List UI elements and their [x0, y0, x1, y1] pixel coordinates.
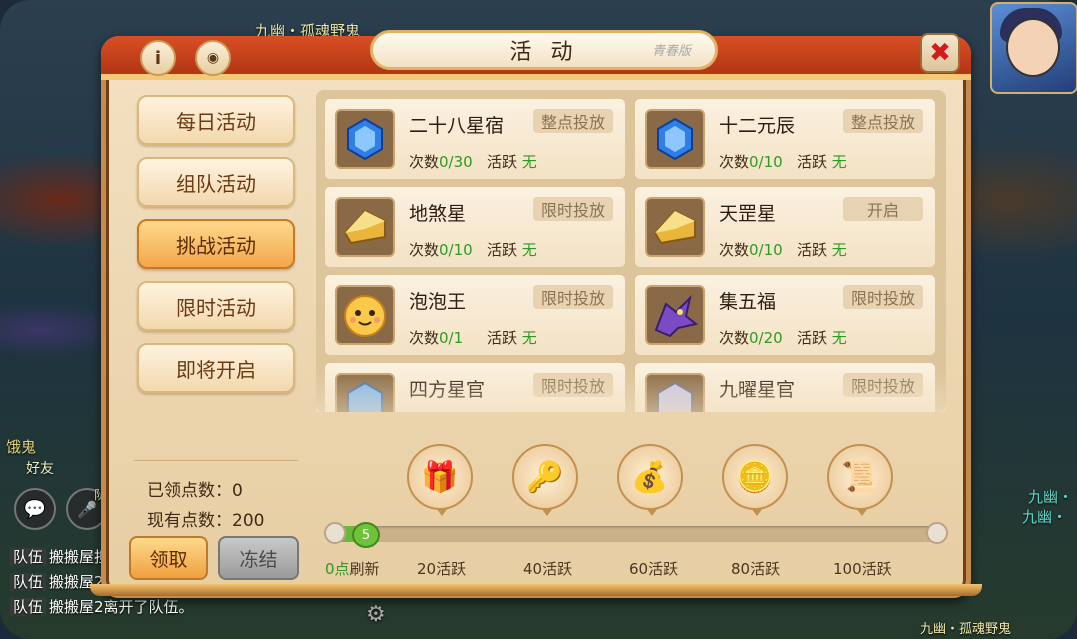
progress-mark: 40活跃: [523, 560, 573, 578]
activity-tag: 整点投放: [533, 109, 613, 133]
gold-ingot-icon: [645, 197, 705, 257]
activity-card[interactable]: 四方星官 限时投放: [324, 362, 626, 412]
silver-gem-icon: [645, 373, 705, 412]
activity-card[interactable]: 九曜星官 限时投放: [634, 362, 936, 412]
progress-mark: 20活跃: [417, 560, 467, 578]
reward-key-icon[interactable]: 🔑: [512, 444, 578, 516]
progress-mark: 100活跃: [833, 560, 892, 578]
bottom-location-text: 九幽・孤魂野鬼: [920, 622, 1012, 637]
activity-tag: 限时投放: [533, 373, 613, 397]
window-title: 活 动: [509, 40, 579, 65]
activity-card[interactable]: 二十八星宿 整点投放 次数0/30 活跃 无: [324, 98, 626, 180]
npc-name-left: 饿鬼: [6, 438, 37, 456]
activity-card[interactable]: 集五福 限时投放 次数0/20 活跃 无: [634, 274, 936, 356]
npc-name-right-2: 九幽・: [1022, 508, 1068, 526]
close-icon: ✖: [929, 38, 951, 68]
nav-divider: [134, 460, 298, 461]
purple-dragon-icon: [645, 285, 705, 345]
nav-limited-activities[interactable]: 限时活动: [137, 281, 295, 331]
info-icon: i: [154, 47, 162, 69]
reward-gold-chest-icon[interactable]: 🪙: [722, 444, 788, 516]
progress-end-knob: [926, 522, 948, 544]
current-points: 现有点数：200: [147, 511, 265, 531]
claim-button[interactable]: 领取: [129, 536, 208, 580]
activity-tag: 限时投放: [533, 197, 613, 221]
chat-icon: 💬: [23, 498, 47, 520]
progress-value-badge: 5: [352, 522, 380, 548]
activity-card[interactable]: 地煞星 限时投放 次数0/10 活跃 无: [324, 186, 626, 268]
chat-bubble-button[interactable]: 💬: [14, 488, 56, 530]
activity-tag: 限时投放: [533, 285, 613, 309]
activity-card[interactable]: 十二元辰 整点投放 次数0/10 活跃 无: [634, 98, 936, 180]
info-button[interactable]: i: [140, 40, 176, 76]
progress-mark: 80活跃: [731, 560, 781, 578]
title-decoration: 青春版: [652, 44, 692, 59]
progress-mark: 0点刷新: [325, 560, 380, 578]
blue-gem-icon: [645, 109, 705, 169]
settings-gear-icon[interactable]: ⚙: [366, 602, 386, 627]
blue-gem-icon: [335, 109, 395, 169]
friend-label[interactable]: 好友: [26, 458, 54, 478]
activity-list[interactable]: 二十八星宿 整点投放 次数0/30 活跃 无 十二元辰 整点投放 次数0/10 …: [316, 90, 946, 412]
nav-upcoming-activities[interactable]: 即将开启: [137, 343, 295, 393]
player-avatar[interactable]: [990, 2, 1077, 94]
activity-tag: 整点投放: [843, 109, 923, 133]
bubble-face-icon: [335, 285, 395, 345]
reward-coin-bag-icon[interactable]: 💰: [617, 444, 683, 516]
blue-gem-icon: [335, 373, 395, 412]
nav-challenge-activities[interactable]: 挑战活动: [137, 219, 295, 269]
freeze-button[interactable]: 冻结: [218, 536, 299, 580]
reward-scroll-bundle-icon[interactable]: 📜: [827, 444, 893, 516]
activity-card[interactable]: 天罡星 开启 次数0/10 活跃 无: [634, 186, 936, 268]
gold-ingot-icon: [335, 197, 395, 257]
npc-name-right-1: 九幽・: [1028, 488, 1074, 506]
activity-tag: 限时投放: [843, 373, 923, 397]
progress-start-knob: [324, 522, 346, 544]
activity-card[interactable]: 泡泡王 限时投放 次数0/1 活跃 无: [324, 274, 626, 356]
activity-progress-bar: [328, 526, 942, 542]
nav-daily-activities[interactable]: 每日活动: [137, 95, 295, 145]
claimed-points: 已领点数：0: [147, 481, 243, 501]
activity-tag: 限时投放: [843, 285, 923, 309]
close-button[interactable]: ✖: [920, 33, 960, 73]
chat-line: 队伍 搬搬屋2离开了队伍。: [10, 596, 194, 617]
progress-mark: 60活跃: [629, 560, 679, 578]
window-bottom-trim: [90, 584, 982, 596]
chat-line: 队伍 搬搬屋担: [10, 546, 109, 567]
activity-tag: 开启: [843, 197, 923, 221]
reward-treasure-chest-icon[interactable]: 🎁: [407, 444, 473, 516]
eye-icon: ◉: [206, 50, 220, 66]
nav-team-activities[interactable]: 组队活动: [137, 157, 295, 207]
eye-button[interactable]: ◉: [195, 40, 231, 76]
